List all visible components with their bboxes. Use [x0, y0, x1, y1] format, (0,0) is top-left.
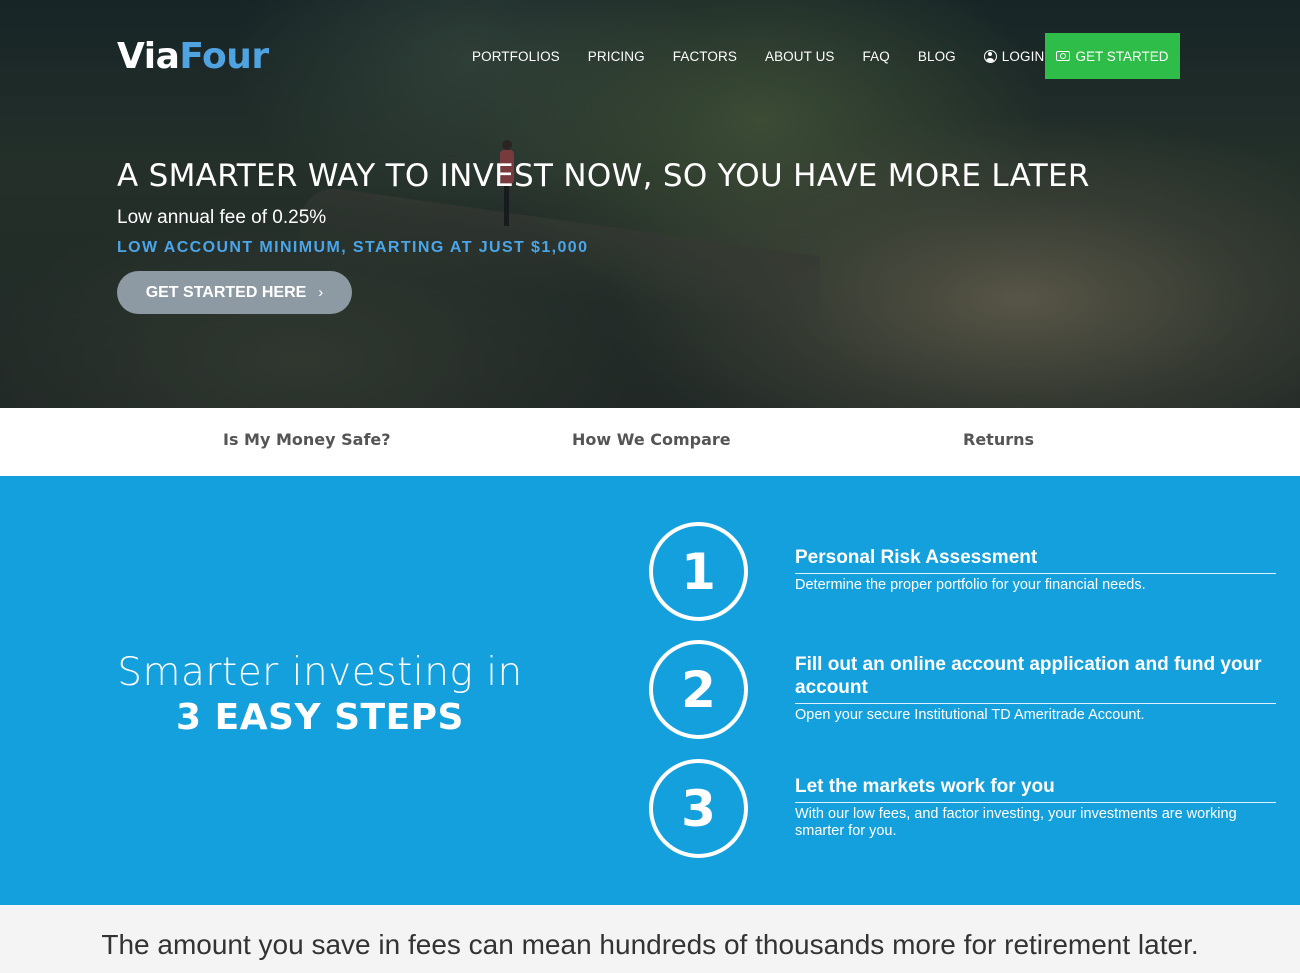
step-description: With our low fees, and factor investing,…	[795, 806, 1237, 839]
tab-returns[interactable]: Returns	[963, 430, 1034, 449]
chevron-right-icon: ›	[318, 284, 324, 301]
hero-minimum-text: LOW ACCOUNT MINIMUM, STARTING AT JUST $1…	[117, 239, 589, 256]
step-title: Fill out an online account application a…	[795, 653, 1276, 704]
step-description: Open your secure Institutional TD Amerit…	[795, 707, 1145, 723]
step-title: Personal Risk Assessment	[795, 546, 1276, 574]
main-nav: PORTFOLIOS PRICING FACTORS ABOUT US FAQ …	[472, 33, 1072, 79]
nav-factors[interactable]: FACTORS	[673, 49, 737, 64]
steps-intro-line2: 3 EASY STEPS	[176, 697, 464, 738]
steps-intro: Smarter investing in 3 EASY STEPS	[100, 650, 540, 738]
step-1: Personal Risk Assessment Determine the p…	[795, 546, 1276, 594]
steps-intro-line1: Smarter investing in	[117, 650, 523, 695]
get-started-nav-button[interactable]: GET STARTED	[1045, 33, 1180, 79]
step-number-3: 3	[649, 759, 748, 858]
step-description: Determine the proper portfolio for your …	[795, 577, 1146, 593]
money-icon	[1056, 51, 1071, 61]
nav-login[interactable]: LOGIN	[983, 48, 1045, 64]
tab-is-my-money-safe[interactable]: Is My Money Safe?	[223, 430, 391, 449]
get-started-nav-label: GET STARTED	[1075, 48, 1169, 64]
nav-login-label: LOGIN	[1001, 48, 1045, 64]
nav-about-us[interactable]: ABOUT US	[765, 49, 835, 64]
fees-savings-headline: The amount you save in fees can mean hun…	[101, 929, 1199, 960]
get-started-here-button[interactable]: GET STARTED HERE ›	[117, 271, 352, 314]
viafour-logo[interactable]: ViaFour	[117, 36, 269, 77]
logo-via: Via	[117, 36, 180, 77]
get-started-here-label: GET STARTED HERE	[145, 283, 307, 301]
hero-fee-text: Low annual fee of 0.25%	[117, 207, 327, 228]
step-number-2: 2	[649, 640, 748, 739]
nav-portfolios[interactable]: PORTFOLIOS	[472, 49, 560, 64]
nav-faq[interactable]: FAQ	[863, 49, 890, 64]
nav-blog[interactable]: BLOG	[918, 49, 956, 64]
user-circle-icon	[983, 49, 997, 63]
tab-how-we-compare[interactable]: How We Compare	[572, 430, 731, 449]
info-tabs: Is My Money Safe? How We Compare Returns	[0, 408, 1300, 476]
step-2: Fill out an online account application a…	[795, 653, 1276, 724]
steps-section: Smarter investing in 3 EASY STEPS 1 Pers…	[0, 476, 1300, 905]
hero-banner: ViaFour PORTFOLIOS PRICING FACTORS ABOUT…	[0, 0, 1300, 408]
step-number-1: 1	[649, 522, 748, 621]
step-title: Let the markets work for you	[795, 775, 1276, 803]
nav-pricing[interactable]: PRICING	[588, 49, 645, 64]
step-3: Let the markets work for you With our lo…	[795, 775, 1276, 840]
hero-title: A SMARTER WAY TO INVEST NOW, SO YOU HAVE…	[117, 158, 1090, 194]
logo-four: Four	[179, 36, 269, 77]
